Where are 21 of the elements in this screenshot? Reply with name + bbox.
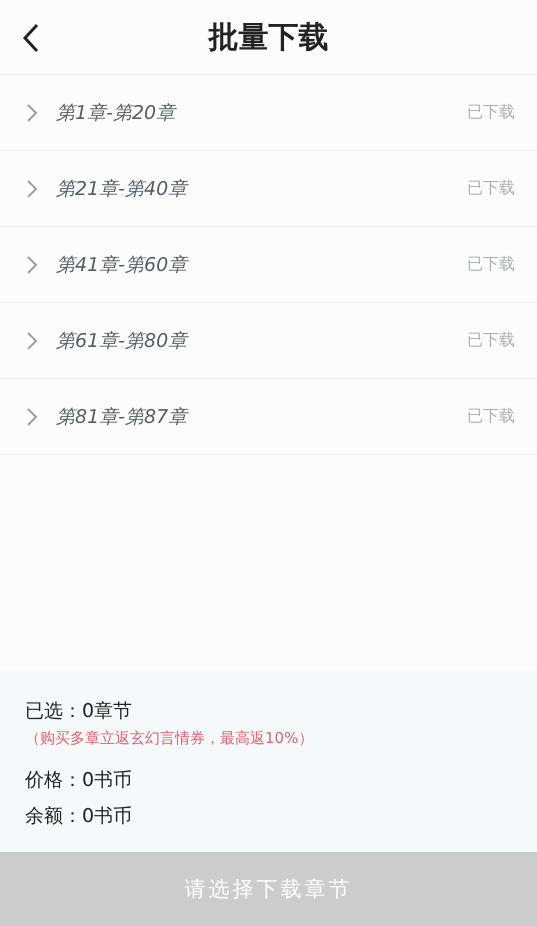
download-status: 已下载 [467, 330, 515, 351]
selected-count: 已选：0章节 [25, 699, 134, 724]
page-title: 批量下载 [208, 18, 328, 56]
download-status: 已下载 [467, 178, 515, 199]
chapter-range-row[interactable]: 第21章-第40章 已下载 [0, 151, 537, 227]
chapter-range: 第81章-第87章 [56, 404, 190, 430]
chapter-range: 第1章-第20章 [56, 100, 178, 126]
chapter-range: 第21章-第40章 [56, 176, 190, 202]
download-status: 已下载 [467, 102, 515, 123]
promo-note: （购买多章立返玄幻言情券，最高返10%） [25, 729, 314, 748]
chapter-range: 第41章-第60章 [56, 252, 190, 278]
back-icon [21, 23, 41, 53]
price-text: 价格：0书币 [25, 768, 134, 793]
balance-text: 余额：0书币 [25, 804, 134, 829]
chapter-range-row[interactable]: 第41章-第60章 已下载 [0, 227, 537, 303]
download-status: 已下载 [467, 406, 515, 427]
chapter-range-row[interactable]: 第61章-第80章 已下载 [0, 303, 537, 379]
chapter-range: 第61章-第80章 [56, 328, 190, 354]
chapter-range-row[interactable]: 第81章-第87章 已下载 [0, 379, 537, 455]
chapter-range-row[interactable]: 第1章-第20章 已下载 [0, 75, 537, 151]
download-status: 已下载 [467, 254, 515, 275]
